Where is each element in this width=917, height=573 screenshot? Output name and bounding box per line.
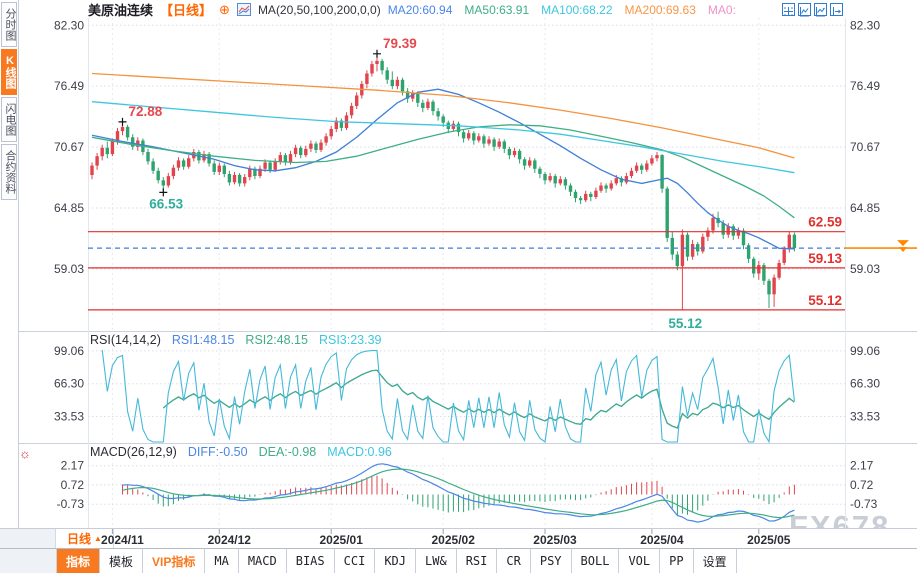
ma-readout-4: MA0: bbox=[708, 3, 736, 17]
zoom-x-expand-icon[interactable] bbox=[814, 3, 827, 16]
svg-text:33.53: 33.53 bbox=[54, 410, 84, 424]
period-selector-label: 日线 bbox=[67, 530, 91, 547]
sidebar-tab-K线图[interactable]: K线图 bbox=[1, 49, 17, 95]
rsi-readout-0: RSI1:48.15 bbox=[172, 333, 235, 347]
svg-text:76.49: 76.49 bbox=[850, 79, 880, 93]
date-strip-corner bbox=[0, 529, 56, 548]
toolbar-button-LW&[interactable]: LW& bbox=[416, 549, 457, 573]
ma-readout-1: MA50:63.91 bbox=[464, 3, 529, 17]
svg-text:59.03: 59.03 bbox=[54, 262, 84, 276]
toolbar-button-BIAS[interactable]: BIAS bbox=[287, 549, 335, 573]
svg-text:59.03: 59.03 bbox=[850, 262, 880, 276]
toolbar-button-PP[interactable]: PP bbox=[660, 549, 693, 573]
kline-chart-icon bbox=[237, 3, 251, 16]
chart-canvas[interactable]: 82.30 82.30 76.49 76.49 70.67 70.67 64.85 64.85… bbox=[0, 0, 917, 573]
chart-type-sidebar: 分时图 K线图闪电图合约资料 bbox=[0, 0, 19, 528]
macd-readout-0: DIFF:-0.50 bbox=[188, 445, 248, 459]
svg-text:66.53: 66.53 bbox=[149, 196, 183, 211]
svg-text:99.06: 99.06 bbox=[850, 344, 880, 358]
toolbar-button-MA[interactable]: MA bbox=[205, 549, 238, 573]
sidebar-tab-闪电图[interactable]: 闪电图 bbox=[1, 97, 17, 142]
svg-text:0.72: 0.72 bbox=[850, 478, 874, 492]
ma-readout-3: MA200:69.63 bbox=[625, 3, 696, 17]
period-tag: 【日线】 bbox=[160, 0, 212, 19]
rsi-params-label: RSI(14,14,2) bbox=[90, 333, 161, 347]
svg-text:2.17: 2.17 bbox=[850, 459, 874, 473]
indicator-toolbar: 指标模板VIP指标MAMACDBIASCCIKDJLW&RSICRPSYBOLL… bbox=[0, 549, 917, 573]
svg-text:82.30: 82.30 bbox=[850, 18, 880, 32]
svg-text:0.72: 0.72 bbox=[61, 478, 85, 492]
svg-text:72.88: 72.88 bbox=[129, 104, 163, 119]
ma-readout-2: MA100:68.22 bbox=[541, 3, 612, 17]
svg-text:66.30: 66.30 bbox=[850, 377, 880, 391]
sidebar-tab-合约资料[interactable]: 合约资料 bbox=[1, 144, 17, 200]
svg-text:99.06: 99.06 bbox=[54, 344, 84, 358]
toolbar-button-设置[interactable]: 设置 bbox=[694, 549, 737, 573]
toolbar-button-模板[interactable]: 模板 bbox=[100, 549, 143, 573]
svg-text:55.12: 55.12 bbox=[808, 293, 842, 308]
svg-text:64.85: 64.85 bbox=[54, 201, 84, 215]
move-crosshair-icon[interactable] bbox=[782, 3, 795, 16]
ma-readouts: MA20:60.94 MA50:63.91 MA100:68.22 MA200:69.… bbox=[388, 3, 736, 17]
add-indicator-icon[interactable]: ⊕ bbox=[219, 2, 230, 18]
macd-params-label: MACD(26,12,9) bbox=[90, 445, 177, 459]
toolbar-button-BOLL[interactable]: BOLL bbox=[572, 549, 620, 573]
symbol-title: 美原油连续 bbox=[88, 0, 153, 19]
chart-header: 美原油连续【日线】 ⊕ MA(20,50,100,200,0,0) MA20:6… bbox=[88, 0, 736, 19]
rsi-readout-1: RSI2:48.15 bbox=[245, 333, 308, 347]
chart-application-window: 日线 ▲ 指标模板VIP指标MAMACDBIASCCIKDJLW&RSICRPS… bbox=[0, 0, 917, 573]
rsi-readout-2: RSI3:23.39 bbox=[319, 333, 382, 347]
zoom-x-compress-icon[interactable] bbox=[798, 3, 811, 16]
rsi-panel-header: RSI(14,14,2) RSI1:48.15 RSI2:48.15 RSI3:23… bbox=[90, 333, 382, 347]
svg-text:-0.73: -0.73 bbox=[57, 497, 85, 511]
svg-text:79.39: 79.39 bbox=[383, 36, 417, 51]
svg-text:66.30: 66.30 bbox=[54, 377, 84, 391]
ma-readout-0: MA20:60.94 bbox=[388, 3, 453, 17]
ma-params-label: MA(20,50,100,200,0,0) bbox=[258, 3, 381, 17]
toolbar-button-KDJ[interactable]: KDJ bbox=[375, 549, 416, 573]
macd-readout-1: DEA:-0.98 bbox=[259, 445, 317, 459]
svg-text:64.85: 64.85 bbox=[850, 201, 880, 215]
toolbar-button-MACD[interactable]: MACD bbox=[239, 549, 287, 573]
svg-text:82.30: 82.30 bbox=[54, 18, 84, 32]
svg-text:59.13: 59.13 bbox=[808, 251, 842, 266]
toolbar-button-CR[interactable]: CR bbox=[497, 549, 530, 573]
toolbar-button-VIP指标[interactable]: VIP指标 bbox=[143, 549, 205, 573]
toolbar-button-RSI[interactable]: RSI bbox=[457, 549, 498, 573]
pan-right-icon[interactable] bbox=[830, 3, 843, 16]
period-selector[interactable]: 日线 ▲ bbox=[56, 529, 114, 548]
alert-sun-icon[interactable]: ☼ bbox=[19, 446, 31, 461]
macd-readouts: DIFF:-0.50 DEA:-0.98 MACD:0.96 bbox=[188, 445, 392, 459]
toolbar-button-指标[interactable]: 指标 bbox=[57, 549, 100, 573]
toolbar-button-CCI[interactable]: CCI bbox=[335, 549, 376, 573]
svg-text:55.12: 55.12 bbox=[668, 316, 702, 331]
svg-text:76.49: 76.49 bbox=[54, 79, 84, 93]
svg-text:70.67: 70.67 bbox=[54, 140, 84, 154]
date-axis-strip: 日线 ▲ bbox=[0, 528, 917, 549]
svg-text:70.67: 70.67 bbox=[850, 140, 880, 154]
toolbar-corner bbox=[0, 549, 57, 573]
macd-readout-2: MACD:0.96 bbox=[327, 445, 392, 459]
toolbar-button-PSY[interactable]: PSY bbox=[531, 549, 572, 573]
svg-text:33.53: 33.53 bbox=[850, 410, 880, 424]
sidebar-tab-分时图[interactable]: 分时图 bbox=[1, 2, 17, 47]
rsi-readouts: RSI1:48.15 RSI2:48.15 RSI3:23.39 bbox=[172, 333, 382, 347]
chevron-up-icon: ▲ bbox=[94, 534, 102, 543]
toolbar-button-VOL[interactable]: VOL bbox=[619, 549, 660, 573]
window-control-icons bbox=[782, 3, 843, 16]
svg-text:2.17: 2.17 bbox=[61, 459, 85, 473]
svg-text:62.59: 62.59 bbox=[808, 215, 842, 230]
macd-panel-header: MACD(26,12,9) DIFF:-0.50 DEA:-0.98 MACD:0.… bbox=[90, 445, 392, 459]
